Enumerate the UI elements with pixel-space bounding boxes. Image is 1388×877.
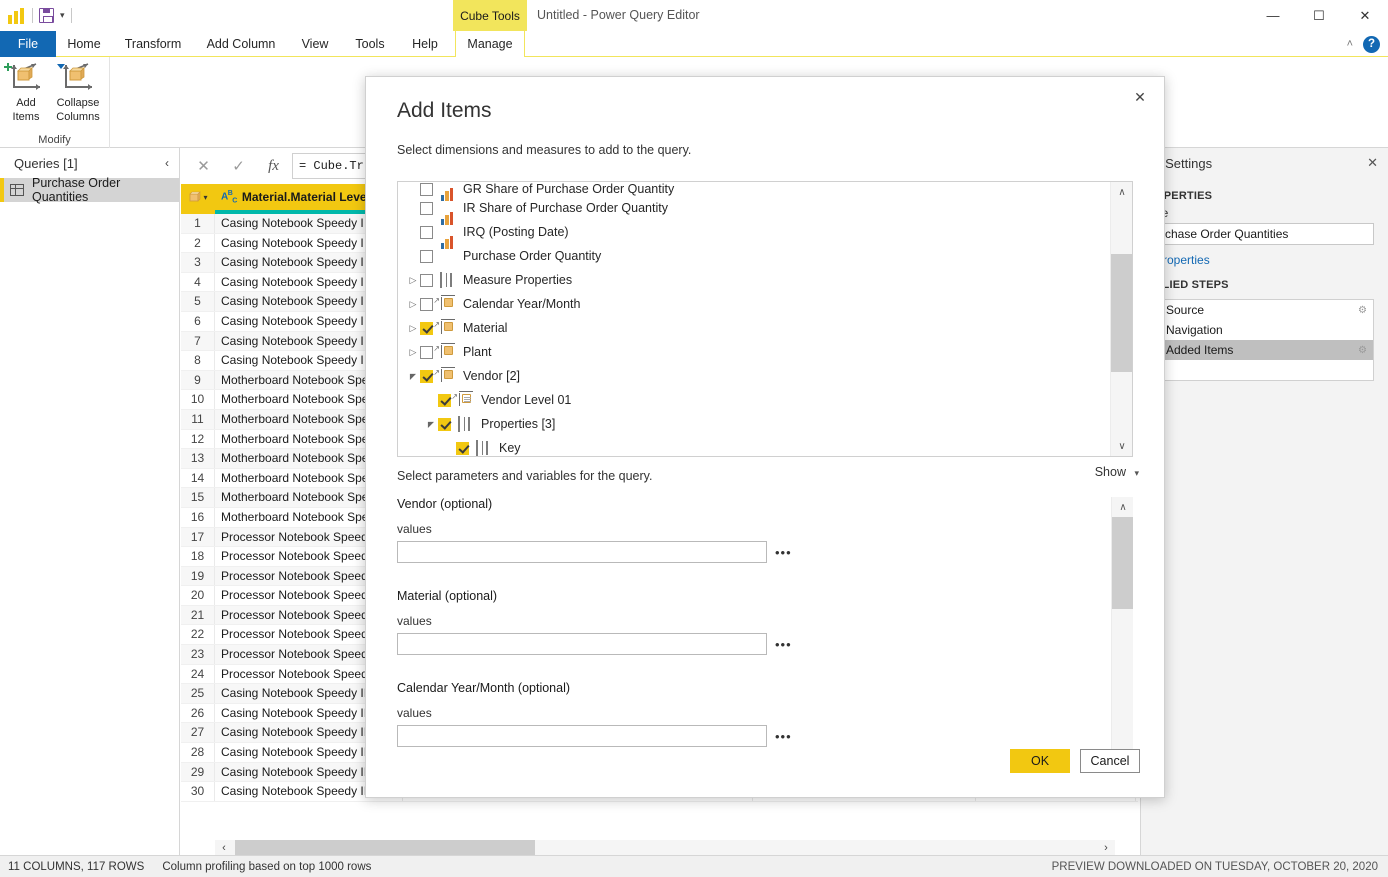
tree-node-label: Purchase Order Quantity — [463, 249, 601, 263]
tree-node-label: IRQ (Posting Date) — [463, 225, 569, 239]
chevron-right-icon[interactable]: ▷ — [406, 347, 420, 358]
tree-vertical-scrollbar[interactable]: ∧ ∨ — [1110, 182, 1132, 456]
close-icon: ✕ — [1134, 89, 1146, 106]
parameter-title: Material (optional) — [397, 589, 1109, 603]
chevron-down-icon: ▾ — [1134, 468, 1139, 478]
dimension-cube-icon: ↗ — [440, 369, 456, 383]
parameter-value-input[interactable] — [397, 725, 767, 747]
parameter-input-row: ••• — [397, 633, 1109, 655]
item-checkbox[interactable] — [420, 250, 433, 263]
scrollbar-track[interactable] — [1112, 517, 1133, 747]
parameter-title: Vendor (optional) — [397, 497, 1109, 511]
tree-node-label: Key — [499, 441, 521, 455]
tree-node-label: Calendar Year/Month — [463, 297, 580, 311]
chevron-right-icon[interactable]: ▷ — [406, 323, 420, 334]
tree-node-label: GR Share of Purchase Order Quantity — [463, 182, 674, 196]
scroll-up-icon[interactable]: ∧ — [1112, 497, 1133, 517]
measure-bars-icon — [440, 225, 456, 239]
tree-node-label: Vendor [2] — [463, 369, 520, 383]
scroll-down-icon[interactable]: ∨ — [1111, 436, 1133, 456]
item-checkbox[interactable] — [438, 418, 451, 431]
scrollbar-thumb[interactable] — [1111, 254, 1133, 372]
tree-node[interactable]: ▷ Measure Properties — [398, 268, 1111, 292]
item-checkbox[interactable] — [420, 226, 433, 239]
tree-node[interactable]: ▷ ↗ Plant — [398, 340, 1111, 364]
chevron-down-icon[interactable]: ◤ — [424, 420, 438, 429]
parameter-sublabel: values — [397, 614, 1109, 628]
tree-node-label: Material — [463, 321, 507, 335]
tree-node-label: Vendor Level 01 — [481, 393, 571, 407]
parameter-block: Material (optional) values ••• — [397, 589, 1109, 655]
parameter-value-input[interactable] — [397, 633, 767, 655]
cancel-label: Cancel — [1091, 754, 1130, 768]
table-icon — [476, 441, 492, 455]
tree-node[interactable]: Purchase Order Quantity — [398, 244, 1111, 268]
parameter-block: Calendar Year/Month (optional) values ••• — [397, 681, 1109, 747]
ok-button[interactable]: OK — [1010, 749, 1070, 773]
dialog-subtitle: Select dimensions and measures to add to… — [397, 143, 691, 157]
parameters-list: Vendor (optional)values•••Material (opti… — [397, 497, 1109, 767]
item-checkbox[interactable] — [420, 202, 433, 215]
parameter-sublabel: values — [397, 706, 1109, 720]
tree-node[interactable]: ▷ ↗ Material — [398, 316, 1111, 340]
items-tree-scroll-area: GR Share of Purchase Order Quantity IR Sh… — [398, 182, 1111, 456]
measure-bars-icon — [440, 249, 456, 263]
scrollbar-thumb[interactable] — [1112, 517, 1133, 609]
scrollbar-track[interactable] — [1111, 202, 1133, 436]
tree-node[interactable]: IRQ (Posting Date) — [398, 220, 1111, 244]
dimension-cube-icon: ↗ — [440, 297, 456, 311]
tree-node[interactable]: ▷ ↗ Calendar Year/Month — [398, 292, 1111, 316]
tree-node-label: IR Share of Purchase Order Quantity — [463, 201, 668, 215]
params-subtitle: Select parameters and variables for the … — [397, 469, 652, 483]
chevron-right-icon[interactable]: ▷ — [406, 299, 420, 310]
table-icon — [440, 273, 456, 287]
parameter-title: Calendar Year/Month (optional) — [397, 681, 1109, 695]
power-query-editor-window: ▾ Cube Tools Untitled - Power Query Edit… — [0, 0, 1388, 877]
dialog-title: Add Items — [397, 99, 492, 123]
show-dropdown[interactable]: Show ▾ — [1095, 465, 1139, 479]
ok-label: OK — [1031, 754, 1049, 768]
tree-node[interactable]: GR Share of Purchase Order Quantity — [398, 182, 1111, 196]
item-checkbox[interactable] — [420, 346, 433, 359]
tree-node[interactable]: ↗ Vendor Level 01 — [398, 388, 1111, 412]
parameters-vertical-scrollbar[interactable]: ∧ ∨ — [1111, 497, 1133, 767]
scroll-up-icon[interactable]: ∧ — [1111, 182, 1133, 202]
parameter-input-row: ••• — [397, 725, 1109, 747]
tree-node[interactable]: ◤ ↗ Vendor [2] — [398, 364, 1111, 388]
tree-node-label: Properties [3] — [481, 417, 555, 431]
parameter-input-row: ••• — [397, 541, 1109, 563]
tree-node[interactable]: Key — [398, 436, 1111, 456]
tree-node-label: Measure Properties — [463, 273, 572, 287]
add-items-dialog: ✕ Add Items Select dimensions and measur… — [365, 76, 1165, 798]
item-checkbox[interactable] — [420, 370, 433, 383]
parameters-panel: Vendor (optional)values•••Material (opti… — [397, 497, 1133, 767]
dialog-close-button[interactable]: ✕ — [1126, 85, 1154, 109]
table-icon — [458, 417, 474, 431]
items-tree: GR Share of Purchase Order Quantity IR Sh… — [397, 181, 1133, 457]
item-checkbox[interactable] — [420, 183, 433, 196]
chevron-down-icon[interactable]: ◤ — [406, 372, 420, 381]
dialog-footer: OK Cancel — [1010, 749, 1140, 773]
show-label: Show — [1095, 465, 1126, 479]
dimension-cube-icon: ↗ — [440, 321, 456, 335]
item-checkbox[interactable] — [420, 274, 433, 287]
dimension-cube-icon: ↗ — [440, 345, 456, 359]
parameter-more-button[interactable]: ••• — [775, 545, 792, 560]
item-checkbox[interactable] — [420, 298, 433, 311]
parameter-more-button[interactable]: ••• — [775, 637, 792, 652]
cancel-button[interactable]: Cancel — [1080, 749, 1140, 773]
parameter-more-button[interactable]: ••• — [775, 729, 792, 744]
item-checkbox[interactable] — [420, 322, 433, 335]
measure-bars-icon — [440, 201, 456, 215]
item-checkbox[interactable] — [438, 394, 451, 407]
parameter-sublabel: values — [397, 522, 1109, 536]
parameter-block: Vendor (optional) values ••• — [397, 497, 1109, 563]
tree-node-label: Plant — [463, 345, 492, 359]
chevron-right-icon[interactable]: ▷ — [406, 275, 420, 286]
item-checkbox[interactable] — [456, 442, 469, 455]
parameter-value-input[interactable] — [397, 541, 767, 563]
tree-node[interactable]: IR Share of Purchase Order Quantity — [398, 196, 1111, 220]
dimension-level-icon: ↗ — [458, 393, 474, 407]
tree-node[interactable]: ◤ Properties [3] — [398, 412, 1111, 436]
